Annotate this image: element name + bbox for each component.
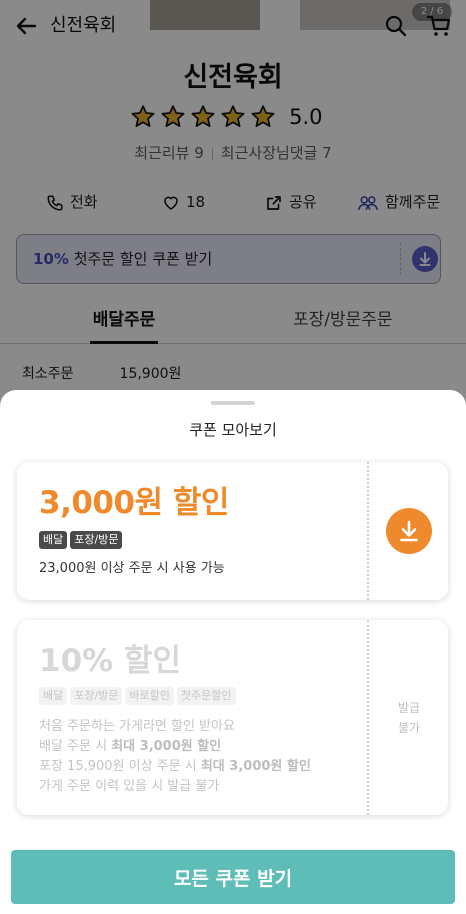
coupon-tag: 첫주문할인 (176, 687, 236, 705)
sheet-title: 쿠폰 모아보기 (189, 421, 277, 439)
coupon-tag: 바로할인 (125, 687, 174, 705)
status-text: 불가 (397, 721, 421, 735)
divider (367, 620, 369, 815)
coupon-tag: 배달 (39, 531, 68, 549)
coupon-desc-text: 포장 15,900원 이상 주문 시 (39, 759, 201, 774)
coupon-tags: 배달 포장/방문 (39, 528, 125, 549)
coupon-tags: 배달 포장/방문 바로할인 첫주문할인 (39, 684, 239, 705)
coupon-desc-bold: 최대 3,000원 할인 (111, 739, 222, 754)
coupon-desc-text: 배달 주문 시 (39, 739, 112, 754)
coupon-tag: 포장/방문 (70, 687, 123, 705)
coupon-description: 처음 주문하는 가게라면 할인 받아요 배달 주문 시 최대 3,000원 할인… (39, 717, 311, 797)
coupon-tag: 포장/방문 (70, 531, 123, 549)
coupon-bottom-sheet: 쿠폰 모아보기 3,000원 할인 배달 포장/방문 23,000원 이상 주문 … (0, 390, 466, 914)
coupon-card-unavailable: 10% 할인 배달 포장/방문 바로할인 첫주문할인 처음 주문하는 가게라면 할인 … (17, 620, 448, 815)
status-text: 발급 (397, 701, 421, 715)
get-all-coupons-button[interactable]: 모든 쿠폰 받기 (11, 850, 455, 904)
download-icon[interactable] (386, 508, 432, 554)
coupon-desc-bold: 최대 3,000원 할인 (200, 759, 311, 774)
coupon-amount: 3,000원 할인 (39, 485, 229, 521)
divider (367, 462, 369, 600)
coupon-condition: 23,000원 이상 주문 시 사용 가능 (39, 561, 225, 576)
coupon-desc-line: 처음 주문하는 가게라면 할인 받아요 (39, 719, 235, 734)
coupon-amount: 10% 할인 (39, 643, 182, 679)
coupon-tag: 배달 (39, 687, 68, 705)
coupon-desc-line: 포장 15,900원 이상 주문 시 최대 3,000원 할인 (39, 757, 311, 777)
coupon-status-unavailable: 발급 불가 (387, 698, 431, 738)
coupon-desc-line: 배달 주문 시 최대 3,000원 할인 (39, 737, 311, 757)
coupon-desc-line: 가게 주문 이력 있을 시 발급 불가 (39, 779, 220, 794)
coupon-card: 3,000원 할인 배달 포장/방문 23,000원 이상 주문 시 사용 가능 (17, 462, 448, 600)
sheet-drag-handle[interactable] (211, 401, 255, 405)
